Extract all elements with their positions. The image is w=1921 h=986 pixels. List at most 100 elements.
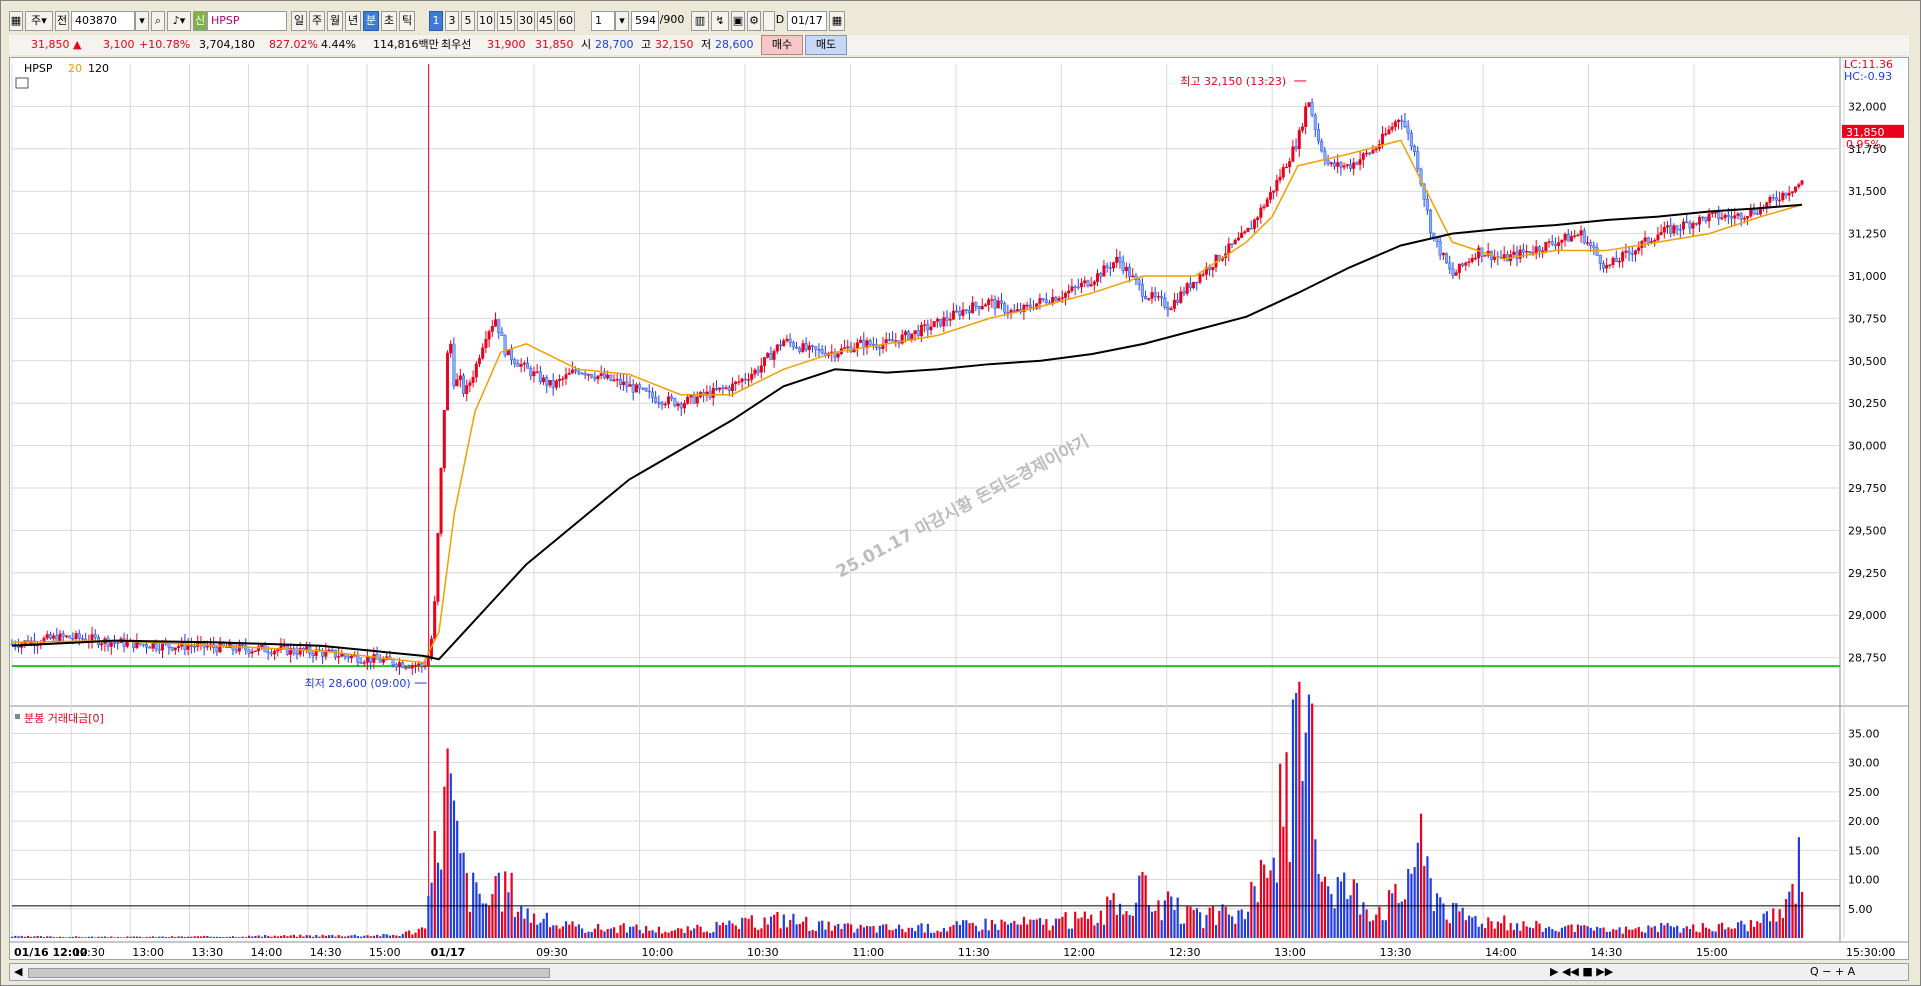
candle	[558, 379, 562, 381]
interval-button-30[interactable]: 30	[517, 11, 535, 31]
candle	[462, 375, 466, 394]
volume-bar	[1717, 924, 1720, 938]
chart-type-icon[interactable]: ▦	[9, 11, 23, 31]
volume-bar	[584, 932, 587, 938]
interval-button-10[interactable]: 10	[477, 11, 495, 31]
period-button-6[interactable]: 틱	[399, 11, 415, 31]
period-button-3[interactable]: 년	[345, 11, 361, 31]
volume-bar	[1102, 924, 1106, 938]
compare-icon[interactable]: ↯	[711, 11, 729, 31]
buy-button[interactable]: 매수	[761, 35, 803, 55]
volume-bar	[417, 928, 420, 938]
volume-bar	[1669, 926, 1672, 938]
candle	[602, 373, 606, 379]
period-button-5[interactable]: 초	[381, 11, 397, 31]
volume-bar	[801, 921, 805, 938]
interval-select[interactable]: 1	[591, 11, 615, 31]
volume-bar	[1067, 928, 1070, 938]
volume-bar	[408, 930, 411, 938]
candle	[1163, 297, 1167, 308]
sound-icon[interactable]: ♪▾	[167, 11, 191, 31]
interval-dropdown-icon[interactable]: ▾	[615, 11, 629, 31]
candle	[1355, 162, 1359, 165]
volume-bar	[821, 920, 824, 938]
candle	[474, 363, 478, 378]
interval-button-5[interactable]: 5	[461, 11, 475, 31]
candle	[1294, 146, 1298, 150]
volume-bar	[46, 936, 49, 938]
volume-bar	[520, 906, 523, 938]
volume-bar	[824, 929, 827, 938]
volume-bar	[225, 936, 228, 938]
volume-bar	[1682, 928, 1685, 938]
candle	[189, 645, 193, 647]
period-button-4[interactable]: 분	[363, 11, 379, 31]
volume-bar	[914, 931, 917, 938]
interval-button-45[interactable]: 45	[537, 11, 555, 31]
interval-button-15[interactable]: 15	[497, 11, 515, 31]
scrollbar-thumb[interactable]	[28, 968, 550, 978]
volume-bar	[1439, 897, 1442, 938]
volume-bar	[142, 937, 145, 938]
date-input[interactable]: 01/17	[787, 11, 827, 31]
sell-button[interactable]: 매도	[805, 35, 847, 55]
chart-canvas[interactable]: 32,00031,75031,50031,25031,00030,75030,5…	[10, 58, 1908, 959]
search-icon[interactable]: ⌕	[151, 11, 165, 31]
volume-bar	[1797, 837, 1800, 938]
volume-bar	[1644, 932, 1647, 938]
period-button-0[interactable]: 일	[291, 11, 307, 31]
save-icon[interactable]: ▣	[731, 11, 745, 31]
candle	[1182, 291, 1186, 294]
open-label: 시	[581, 38, 592, 51]
candle	[413, 665, 417, 667]
volume-bar	[1525, 926, 1528, 938]
stock-code-input[interactable]: 403870	[71, 11, 135, 31]
candle	[1537, 246, 1541, 252]
candle	[1006, 311, 1010, 314]
time-tick-label: 13:30	[1380, 946, 1412, 959]
period-button-2[interactable]: 월	[327, 11, 343, 31]
prev-button[interactable]: 전	[55, 11, 69, 31]
stock-name-field[interactable]: HPSP	[207, 11, 287, 31]
volume-bar	[580, 928, 584, 938]
volume-bar	[1118, 903, 1122, 938]
candle	[756, 369, 760, 373]
candle	[1012, 309, 1016, 312]
volume-bar	[779, 928, 782, 938]
candle	[426, 658, 430, 667]
market-select[interactable]: 주▾	[25, 11, 53, 31]
candle	[394, 664, 398, 668]
playback-controls[interactable]: ▶ ◀◀ ■ ▶▶	[1550, 965, 1613, 979]
code-dropdown-icon[interactable]: ▾	[135, 11, 149, 31]
gear-icon[interactable]: ⚙	[747, 11, 761, 31]
date-checkbox[interactable]	[763, 11, 775, 31]
period-button-1[interactable]: 주	[309, 11, 325, 31]
volume-bar	[1077, 918, 1080, 938]
count-input[interactable]: 594	[631, 11, 659, 31]
candle	[1553, 243, 1557, 247]
volume-bar	[151, 936, 155, 938]
scroll-left-icon[interactable]: ◀	[14, 965, 22, 979]
candle	[942, 317, 946, 327]
volume-bar	[1000, 919, 1003, 938]
interval-button-1[interactable]: 1	[429, 11, 443, 31]
volume-bar	[257, 935, 260, 938]
candle	[423, 665, 427, 668]
volume-bar	[1330, 894, 1333, 938]
interval-button-60[interactable]: 60	[557, 11, 575, 31]
candle	[1089, 284, 1093, 287]
chart-area[interactable]: 32,000 31,750 31,500 31,250 31,000 30,750 30,5…	[9, 57, 1909, 960]
zoom-controls[interactable]: Q − + A	[1810, 965, 1855, 979]
volume-bar	[318, 936, 321, 938]
candle	[372, 654, 376, 663]
volume-bar	[1058, 918, 1061, 938]
indicator-icon[interactable]: ▥	[691, 11, 709, 31]
interval-button-3[interactable]: 3	[445, 11, 459, 31]
volume-bar	[1288, 861, 1291, 938]
candle	[1614, 257, 1618, 263]
calendar-icon[interactable]: ▦	[829, 11, 845, 31]
candle	[1406, 126, 1410, 134]
candle	[449, 343, 453, 354]
volume-bar	[622, 923, 625, 938]
volume-bar	[494, 876, 497, 938]
